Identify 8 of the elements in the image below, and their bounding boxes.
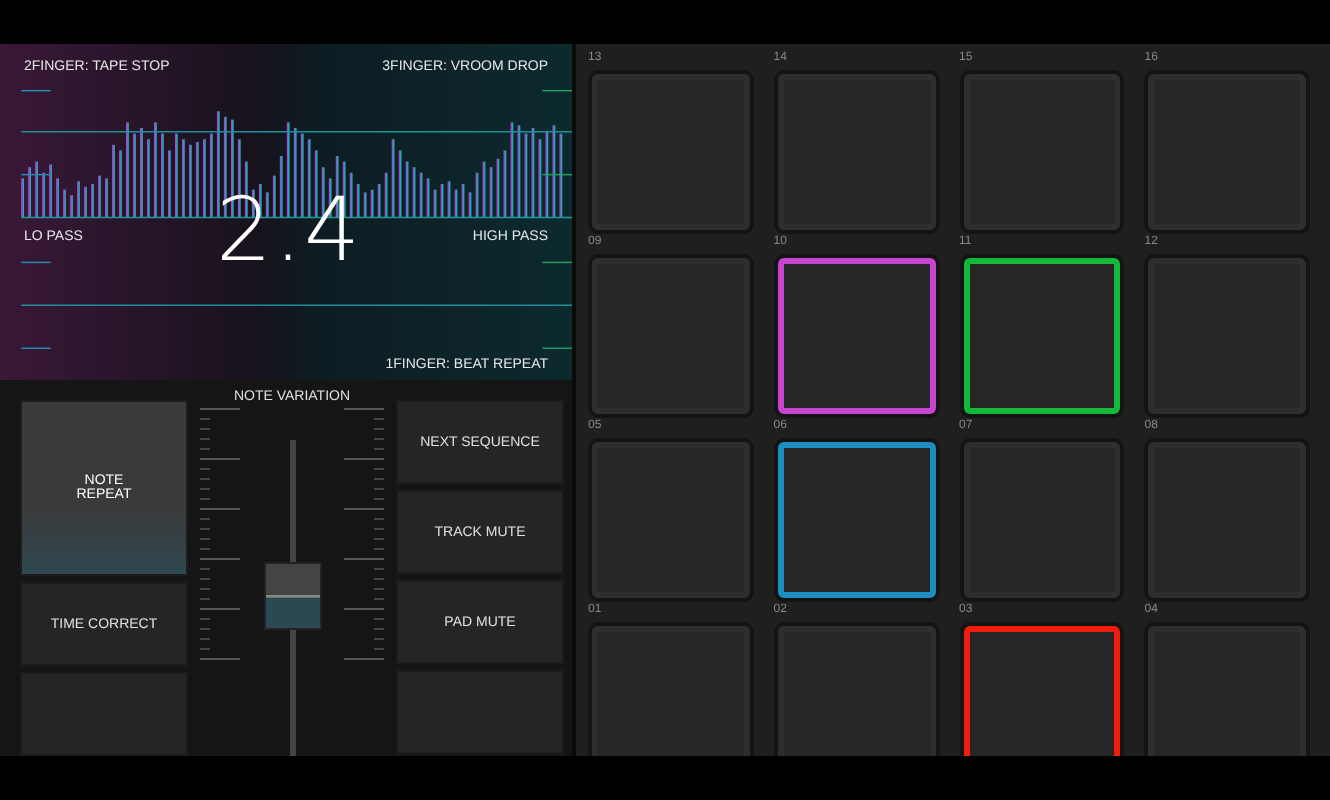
drum-pad[interactable] xyxy=(963,626,1121,756)
value-readout: 2.4 xyxy=(216,180,362,282)
drum-pad[interactable] xyxy=(777,442,935,598)
drum-pad[interactable] xyxy=(963,258,1121,414)
function-button[interactable] xyxy=(396,670,564,754)
drum-pad[interactable] xyxy=(777,258,935,414)
mode-button[interactable] xyxy=(20,672,188,756)
slider-thumb[interactable] xyxy=(263,562,321,631)
